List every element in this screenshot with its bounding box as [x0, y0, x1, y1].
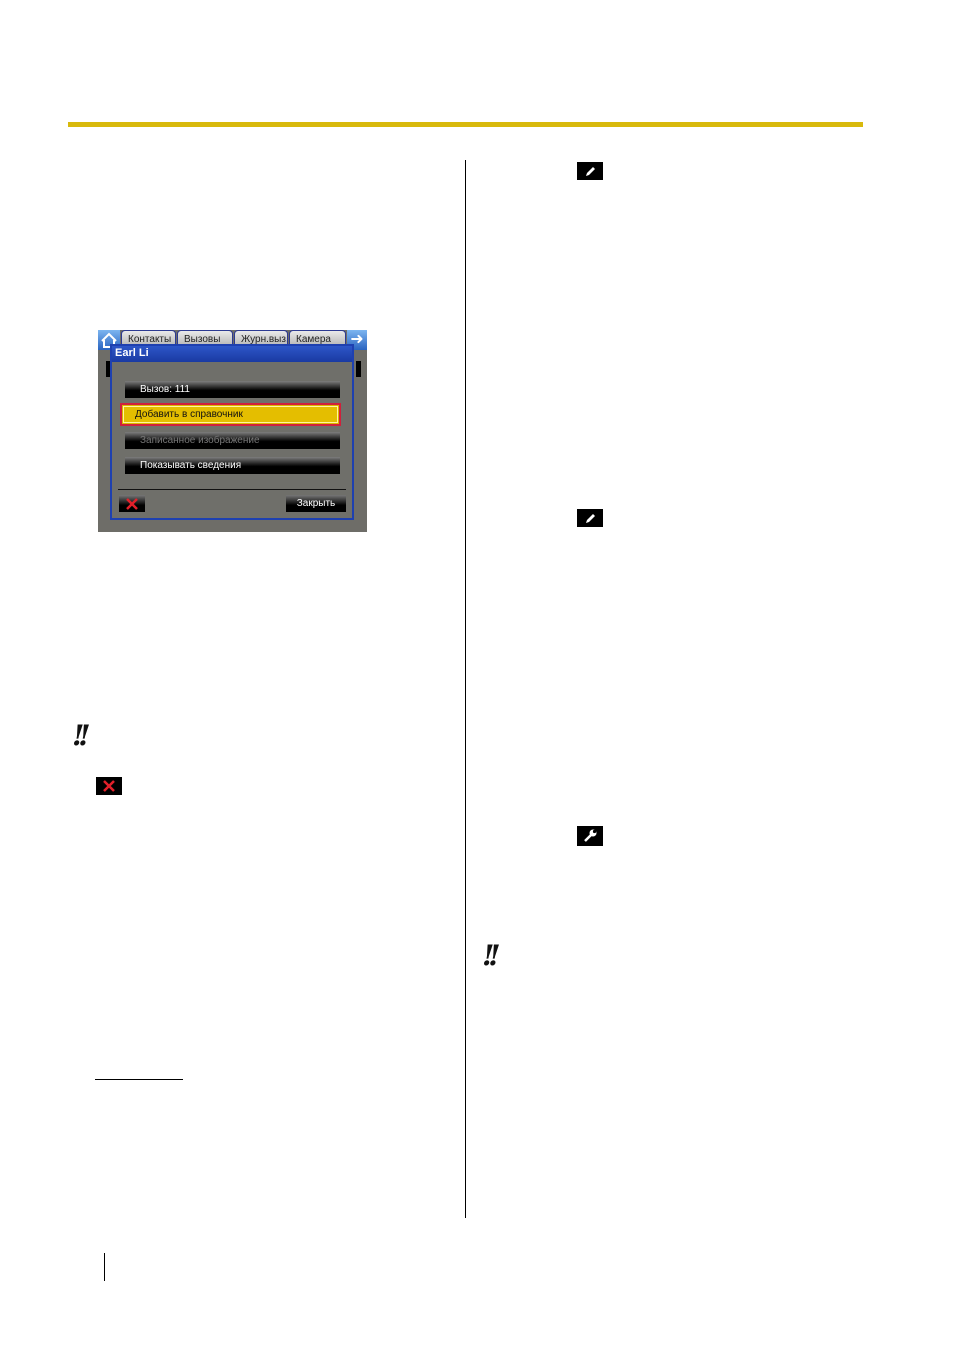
note-icon: !! [72, 719, 90, 752]
dialog-title: Earl Li [112, 346, 352, 362]
option-add-to-phonebook[interactable]: Добавить в справочник [120, 403, 341, 426]
settings-wrench-icon [577, 826, 603, 846]
option-dialog: Earl Li Вызов: 111 Добавить в справочник… [110, 344, 354, 520]
delete-icon [96, 777, 122, 795]
dialog-separator [118, 489, 346, 490]
device-screenshot: Контакты Вызовы Журн.выз. Камера ➜ Earl … [98, 330, 367, 532]
footnote-rule [95, 1079, 183, 1080]
delete-button[interactable] [119, 495, 145, 512]
delete-icon [126, 498, 138, 510]
option-call[interactable]: Вызов: 111 [125, 381, 340, 398]
option-show-details[interactable]: Показывать сведения [125, 457, 340, 474]
footer-rule [104, 1253, 105, 1281]
close-button[interactable]: Закрыть [286, 495, 346, 512]
option-recorded-image: Записанное изображение [125, 432, 340, 449]
header-rule [68, 122, 863, 127]
edit-icon [577, 162, 603, 180]
option-add-label: Добавить в справочник [123, 406, 338, 423]
side-stub-right [356, 361, 361, 377]
note-icon: !! [482, 939, 500, 972]
column-divider [465, 160, 466, 1218]
edit-icon [577, 509, 603, 527]
